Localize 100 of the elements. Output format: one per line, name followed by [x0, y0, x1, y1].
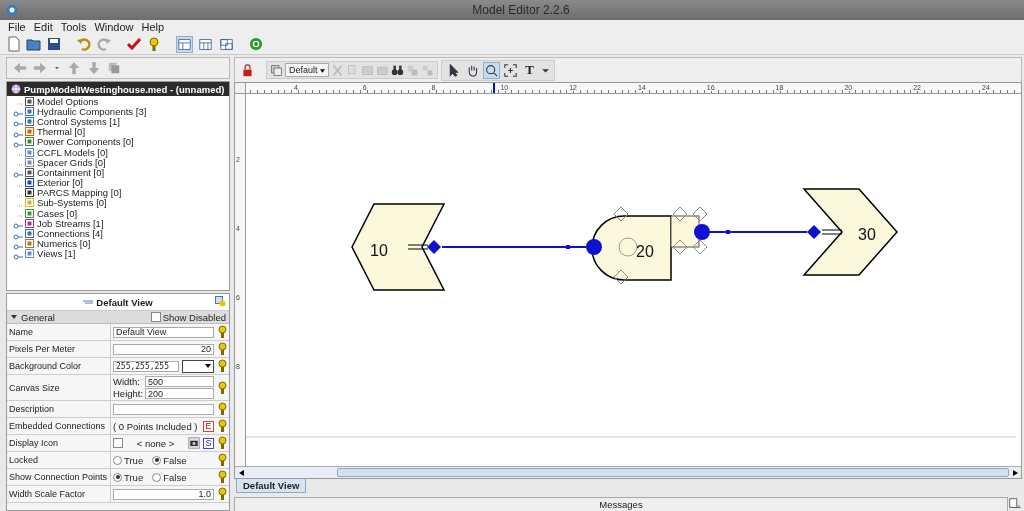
horizontal-scrollbar[interactable]	[235, 466, 1021, 478]
connection-line[interactable]	[709, 230, 808, 234]
category-icon	[25, 116, 34, 126]
save-icon[interactable]	[46, 36, 62, 52]
camera-icon[interactable]	[188, 437, 200, 449]
binoculars-icon[interactable]	[391, 63, 405, 77]
hint-icon[interactable]	[218, 402, 227, 416]
collapse-triangle-icon[interactable]	[10, 314, 18, 320]
tree-item[interactable]: Thermal [0]	[7, 126, 229, 137]
new-file-icon[interactable]	[6, 36, 22, 52]
checkmark-icon[interactable]	[126, 36, 142, 52]
duplicate-icon[interactable]	[270, 63, 283, 77]
view-tab[interactable]: Default View	[236, 479, 307, 493]
hint-icon[interactable]	[218, 419, 227, 433]
menu-item[interactable]: Window	[90, 20, 138, 34]
tree-item[interactable]: Cases [0]	[7, 208, 229, 219]
tree-item[interactable]: Spacer Grids [0]	[7, 157, 229, 168]
tree-item[interactable]: Connections [4]	[7, 228, 229, 239]
detach-icon[interactable]	[1008, 497, 1022, 511]
checkbox-label: Show Disabled	[162, 311, 226, 323]
undo-icon[interactable]	[76, 36, 92, 52]
hint-icon[interactable]	[218, 359, 227, 373]
tree-title: PumpModelIWestinghouse.med - (unnamed)	[24, 83, 225, 95]
hint-icon[interactable]	[218, 380, 227, 395]
tree-item[interactable]: Model Options	[7, 96, 229, 107]
connection-line[interactable]	[441, 245, 587, 249]
expand-handle-icon[interactable]	[13, 223, 23, 230]
tree-item[interactable]: CCFL Models [0]	[7, 146, 229, 158]
node-label: 20	[636, 243, 654, 260]
zoom-tool[interactable]	[483, 61, 501, 79]
tree-item[interactable]: Control Systems [1]	[7, 116, 229, 127]
lock-icon[interactable]	[241, 63, 254, 77]
connection-end-marker[interactable]	[807, 225, 821, 239]
hint-icon[interactable]	[218, 470, 227, 484]
tree-item[interactable]: Sub-Systems [0]	[7, 197, 229, 209]
expand-handle-icon[interactable]	[13, 172, 23, 179]
color-dropdown[interactable]	[182, 359, 214, 373]
expand-handle-icon[interactable]	[13, 253, 23, 260]
hint-icon[interactable]	[218, 325, 227, 339]
tree-item[interactable]: Power Components [0]	[7, 136, 229, 147]
script-button[interactable]: S	[203, 437, 214, 449]
tree-item[interactable]: Views [1]	[7, 248, 229, 259]
style-dropdown[interactable]: Default	[285, 63, 330, 77]
expand-handle-icon[interactable]	[13, 121, 23, 128]
hint-icon[interactable]	[218, 453, 227, 467]
category-icon	[25, 157, 34, 167]
text-field[interactable]: 1.0	[113, 488, 214, 500]
menu-item[interactable]: File	[4, 20, 30, 34]
window-title: Model Editor 2.2.6	[471, 3, 571, 17]
layout-toggle[interactable]	[176, 35, 193, 53]
scroll-right-icon[interactable]	[1012, 469, 1018, 476]
hint-icon[interactable]	[146, 36, 162, 52]
radio-option[interactable]: False	[152, 454, 187, 466]
tree-item[interactable]: Numerics [0]	[7, 238, 229, 249]
text-field[interactable]	[113, 403, 214, 415]
expand-handle-icon[interactable]	[13, 243, 23, 250]
connection-point[interactable]	[586, 239, 602, 255]
text-field[interactable]: 20	[113, 343, 214, 355]
section-header[interactable]: General Show Disabled	[7, 311, 229, 324]
category-icon	[25, 188, 34, 198]
checkbox[interactable]	[150, 312, 161, 322]
junction-node[interactable]	[351, 203, 446, 291]
text-tool[interactable]: T	[521, 62, 539, 78]
menu-item[interactable]: Tools	[56, 20, 91, 34]
hint-icon[interactable]	[218, 487, 227, 501]
scroll-left-icon[interactable]	[238, 469, 244, 476]
connection-end-marker[interactable]	[427, 240, 441, 254]
hint-icon[interactable]	[218, 342, 227, 356]
scrollbar-thumb[interactable]	[337, 468, 1009, 477]
radio-option[interactable]: False	[152, 471, 187, 483]
text-field[interactable]: Default View	[113, 326, 214, 338]
tree-item[interactable]: Containment [0]	[7, 167, 229, 178]
radio-option[interactable]: True	[113, 471, 144, 483]
settings-icon[interactable]	[215, 296, 226, 307]
messages-bar[interactable]: Messages	[234, 496, 1008, 511]
expand-handle-icon[interactable]	[13, 233, 23, 240]
edit-button[interactable]: E	[203, 420, 214, 432]
connection-mark	[821, 229, 843, 235]
tree-item[interactable]: Job Streams [1]	[7, 218, 229, 229]
tree-item[interactable]: Hydraulic Components [3]	[7, 106, 229, 117]
expand-handle-icon[interactable]	[13, 111, 23, 118]
junction-node[interactable]	[802, 188, 898, 276]
caret-icon	[320, 69, 326, 73]
connection-point[interactable]	[694, 224, 710, 240]
hint-icon[interactable]	[218, 436, 227, 450]
tree-item[interactable]: Exterior [0]	[7, 177, 229, 188]
category-icon	[25, 106, 34, 116]
expand-handle-icon[interactable]	[13, 141, 23, 148]
marquee-tool[interactable]	[502, 61, 520, 79]
menu-item[interactable]: Help	[137, 20, 169, 34]
menu-item[interactable]: Edit	[29, 20, 57, 34]
color-value-field[interactable]: 255,255,255	[113, 360, 179, 372]
tree-item[interactable]: PARCS Mapping [0]	[7, 187, 229, 198]
pump-node[interactable]	[591, 206, 708, 285]
radio-option[interactable]: True	[113, 454, 144, 466]
run-icon[interactable]	[249, 37, 263, 51]
open-folder-icon[interactable]	[26, 36, 42, 52]
height-field[interactable]: 200	[145, 388, 214, 399]
expand-handle-icon[interactable]	[13, 131, 23, 138]
width-field[interactable]: 500	[145, 376, 214, 387]
